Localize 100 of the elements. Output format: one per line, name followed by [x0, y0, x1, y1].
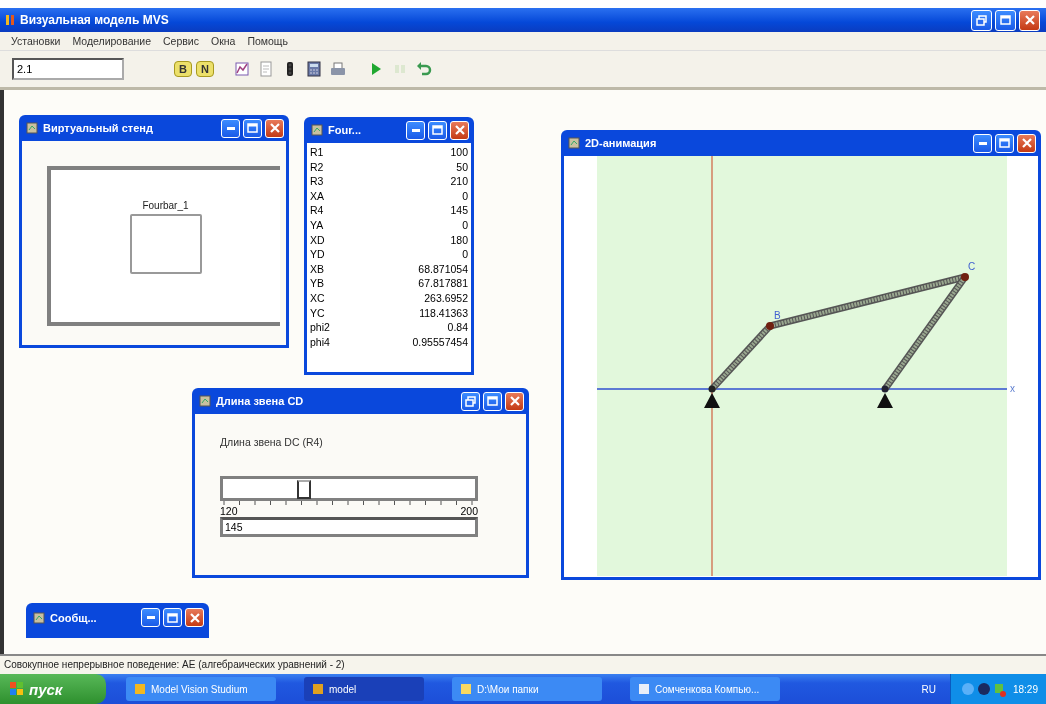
maximize-icon	[487, 396, 498, 406]
maximize-icon	[999, 138, 1010, 148]
close-button[interactable]	[1017, 133, 1036, 153]
restore-button[interactable]	[971, 9, 992, 31]
variable-value: 118.41363	[419, 305, 468, 321]
restore-icon	[976, 14, 987, 26]
variable-name: R1	[310, 145, 324, 160]
menu-item[interactable]: Установки	[6, 35, 66, 47]
block-label: Fourbar_1	[142, 200, 189, 211]
value-field[interactable]: 145	[220, 517, 478, 537]
maximize-button[interactable]	[995, 9, 1016, 31]
mode-button[interactable]: B	[174, 61, 192, 77]
variable-value: 180	[450, 232, 468, 248]
variable-name: XC	[310, 290, 325, 306]
joint-label: B	[774, 310, 781, 321]
variable-name: phi4	[310, 334, 330, 350]
chart-icon	[233, 61, 250, 77]
close-icon	[189, 612, 200, 623]
close-button[interactable]	[505, 391, 524, 411]
calculator-icon	[305, 61, 322, 77]
joint-label: C	[968, 261, 976, 272]
model-block[interactable]	[129, 214, 202, 274]
variable-value: 100	[450, 145, 468, 160]
clock: 18:29	[1012, 683, 1038, 695]
variable-value: 0.95557454	[412, 334, 468, 350]
window-icon	[568, 137, 580, 149]
restore-icon	[465, 395, 476, 407]
language-indicator[interactable]: RU	[921, 683, 936, 695]
minimize-button[interactable]	[221, 118, 240, 138]
close-button[interactable]	[450, 120, 469, 140]
maximize-icon	[247, 123, 258, 133]
taskbar-button[interactable]: model	[304, 677, 424, 701]
app-icon	[134, 683, 146, 695]
menu-item[interactable]: Сервис	[158, 35, 204, 47]
app-icon	[6, 14, 14, 26]
variable-name: YC	[310, 305, 325, 321]
min-label: 120	[220, 505, 238, 517]
window-title: Визуальная модель MVS	[20, 13, 170, 27]
menu-item[interactable]: Окна	[206, 35, 241, 47]
close-icon	[454, 125, 465, 135]
close-icon	[1021, 138, 1032, 148]
maximize-button[interactable]	[243, 118, 262, 138]
window-title: Four...	[328, 124, 362, 136]
maximize-button[interactable]	[483, 391, 502, 411]
variable-name: YB	[310, 276, 324, 291]
undo-arrow-icon	[415, 61, 432, 77]
minimize-button[interactable]	[141, 608, 160, 627]
app-icon	[312, 683, 324, 695]
menu-item[interactable]: Помощь	[242, 35, 293, 47]
minimize-button[interactable]	[973, 133, 992, 153]
windows-logo-icon	[10, 682, 24, 696]
variable-value: 67.817881	[418, 276, 468, 291]
variable-name: phi2	[310, 320, 330, 335]
window-title: Сообщ...	[50, 611, 98, 624]
variable-value: 68.871054	[418, 261, 468, 277]
minimize-icon	[411, 128, 420, 132]
maximize-button[interactable]	[995, 133, 1014, 153]
minimize-icon	[978, 141, 987, 145]
window-title: Длина звена CD	[216, 395, 305, 407]
restore-button[interactable]	[461, 391, 480, 411]
document-icon	[257, 61, 274, 77]
variable-value: 0.84	[447, 320, 468, 335]
minimize-icon	[226, 126, 235, 130]
window-icon	[311, 124, 323, 136]
variable-value: 0	[462, 247, 468, 262]
variable-name: R4	[310, 203, 324, 218]
slider-thumb[interactable]	[297, 480, 312, 499]
window-icon	[26, 122, 38, 134]
slider-track[interactable]	[220, 476, 478, 501]
variable-name: R3	[310, 174, 324, 189]
variable-value: 263.6952	[424, 290, 468, 306]
close-icon	[269, 123, 280, 133]
close-button[interactable]	[1019, 9, 1040, 31]
menu-item[interactable]: Моделирование	[67, 35, 156, 47]
printer-icon	[329, 61, 346, 77]
variable-name: XA	[310, 188, 324, 204]
window-title: 2D-анимация	[585, 137, 658, 149]
variable-name: R2	[310, 159, 324, 175]
app-icon	[638, 683, 650, 695]
maximize-button[interactable]	[428, 120, 447, 140]
variable-name: XB	[310, 261, 324, 277]
variable-value: 50	[456, 159, 468, 175]
maximize-icon	[167, 612, 178, 623]
minimize-button[interactable]	[406, 120, 425, 140]
window-icon	[33, 611, 45, 624]
app-icon	[460, 683, 472, 695]
window-icon	[199, 395, 211, 407]
tray-icons[interactable]	[960, 681, 1007, 697]
mode-button[interactable]: N	[195, 61, 214, 77]
window-title: Виртуальный стенд	[43, 122, 154, 134]
variable-name: YA	[310, 217, 324, 233]
close-button[interactable]	[265, 118, 284, 138]
variable-value: 0	[462, 188, 468, 204]
maximize-button[interactable]	[163, 608, 182, 627]
step-field[interactable]: 2.1	[12, 58, 124, 80]
minimize-icon	[146, 616, 155, 619]
maximize-icon	[432, 125, 443, 135]
close-icon	[1024, 15, 1035, 25]
close-button[interactable]	[185, 608, 204, 627]
status-text: Совокупное непрерывное поведение: AE (алгебраических уравнений - 2)	[4, 659, 345, 670]
